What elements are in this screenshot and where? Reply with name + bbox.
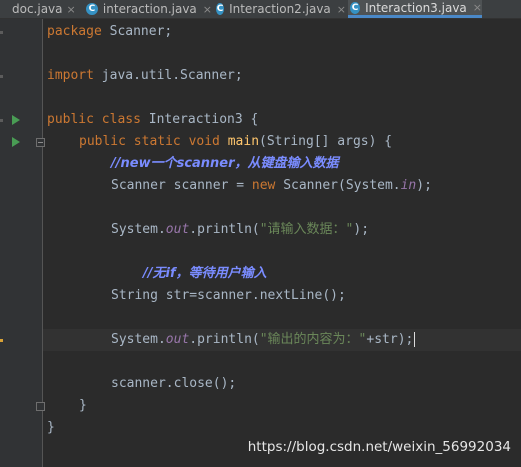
- code-text: .println(: [189, 332, 260, 347]
- tab-label: interaction.java: [102, 2, 197, 16]
- editor-tab-bar: doc.java × C interaction.java × C Intera…: [0, 0, 521, 19]
- code-line-5: public class Interaction3 {: [47, 109, 258, 131]
- run-main-icon[interactable]: [12, 137, 20, 147]
- code-line-19: }: [47, 417, 55, 439]
- code-text: (String[] args) {: [259, 134, 393, 149]
- comment: //无if，等待用户输入: [143, 266, 267, 281]
- method-name: main: [227, 134, 260, 149]
- code-text: }: [79, 398, 87, 413]
- code-line-8: Scanner scanner = new Scanner(System.in)…: [111, 175, 432, 197]
- java-class-icon: C: [350, 1, 361, 14]
- gutter-marker: [0, 339, 3, 342]
- code-text: .println(: [189, 222, 260, 237]
- keyword: public static void: [79, 134, 220, 149]
- code-line-13: String str=scanner.nextLine();: [111, 285, 346, 307]
- tab-label: Interaction3.java: [365, 0, 467, 15]
- fold-end-icon[interactable]: [36, 402, 45, 411]
- tab-label: doc.java: [12, 2, 63, 16]
- code-line-18: }: [79, 395, 87, 417]
- code-line-1: package Scanner;: [47, 21, 172, 43]
- keyword: import: [47, 68, 94, 83]
- tab-interaction3-java[interactable]: C Interaction3.java ×: [348, 0, 482, 18]
- code-line-15: System.out.println("输出的内容为："+str);: [111, 329, 416, 351]
- editor-gutter: [0, 19, 45, 467]
- tab-interaction2-java[interactable]: C Interaction2.java ×: [214, 0, 346, 18]
- tab-interaction-java[interactable]: C interaction.java ×: [84, 0, 212, 18]
- gutter-marker: [0, 119, 3, 122]
- text-caret: [414, 332, 416, 347]
- static-field: out: [165, 222, 190, 237]
- close-icon[interactable]: ×: [67, 3, 76, 16]
- string-literal: "请输入数据：": [259, 222, 354, 237]
- code-text: scanner.close();: [111, 376, 237, 391]
- code-text: Scanner scanner =: [111, 178, 252, 193]
- code-editor[interactable]: package Scanner; import java.util.Scanne…: [47, 19, 521, 435]
- code-text: String str=scanner.nextLine();: [111, 288, 346, 303]
- static-field: in: [400, 178, 417, 193]
- code-text: Scanner(System.: [275, 178, 401, 193]
- gutter-marker: [0, 75, 3, 78]
- comment: //new一个scanner，从键盘输入数据: [111, 156, 339, 171]
- close-icon[interactable]: ×: [203, 3, 212, 16]
- static-field: out: [165, 332, 190, 347]
- keyword: package: [47, 24, 102, 39]
- code-text: );: [416, 178, 432, 193]
- code-text: Interaction3 {: [140, 112, 259, 127]
- keyword: new: [251, 178, 276, 193]
- code-line-3: import java.util.Scanner;: [47, 65, 243, 87]
- code-line-12: //无if，等待用户输入: [143, 263, 267, 285]
- java-class-icon: C: [216, 3, 225, 15]
- tab-label: Interaction2.java: [229, 2, 331, 16]
- gutter-marker: [0, 31, 3, 34]
- code-text: );: [353, 222, 370, 237]
- tab-doc-java[interactable]: doc.java ×: [0, 0, 76, 18]
- fold-collapse-icon[interactable]: [36, 138, 45, 147]
- keyword: public class: [47, 112, 141, 127]
- close-icon[interactable]: ×: [337, 3, 346, 16]
- code-text: }: [47, 420, 55, 435]
- code-text: java.util.Scanner;: [93, 68, 243, 83]
- code-text: System.: [111, 332, 166, 347]
- code-line-17: scanner.close();: [111, 373, 236, 395]
- java-class-icon: C: [86, 3, 98, 15]
- code-text: +str);: [366, 332, 414, 347]
- close-icon[interactable]: ×: [473, 1, 482, 14]
- run-class-icon[interactable]: [12, 115, 20, 125]
- code-text: System.: [111, 222, 166, 237]
- code-line-10: System.out.println("请输入数据：");: [111, 219, 369, 241]
- code-text: Scanner;: [101, 24, 173, 39]
- code-line-6: public static void main(String[] args) {: [79, 131, 392, 153]
- code-line-7: //new一个scanner，从键盘输入数据: [111, 153, 339, 175]
- string-literal: "输出的内容为：": [259, 332, 367, 347]
- watermark-url: https://blog.csdn.net/weixin_56992034: [247, 439, 511, 455]
